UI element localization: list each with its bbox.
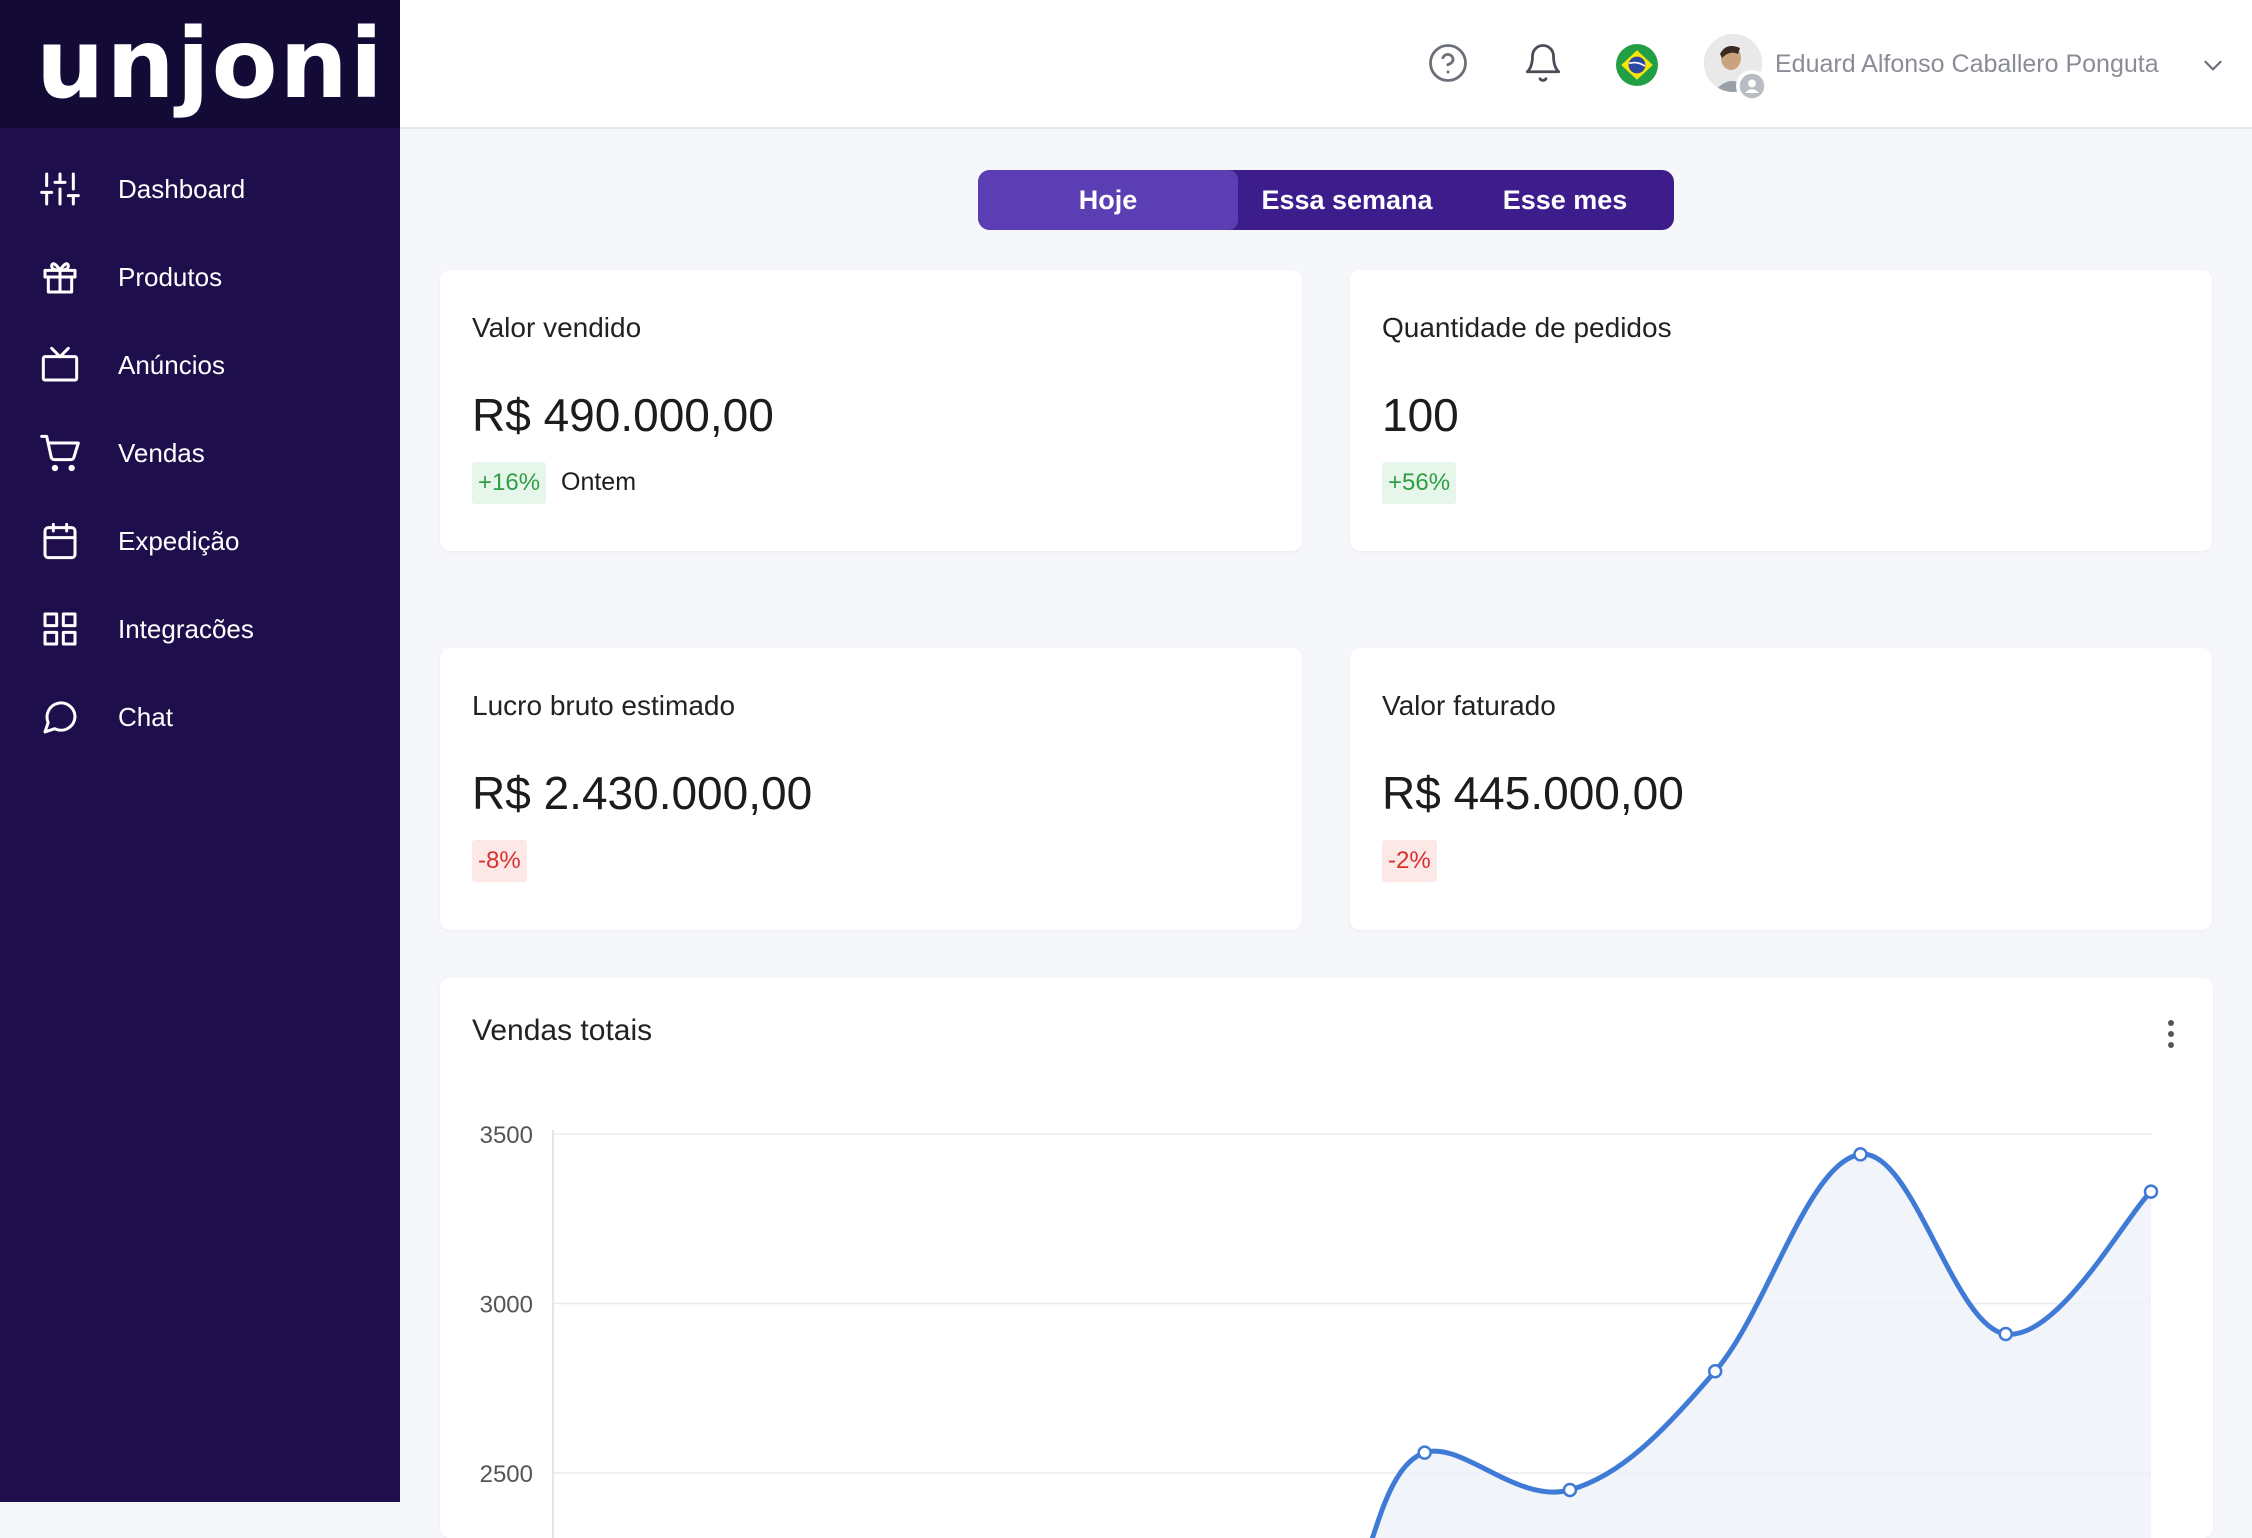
chat-icon xyxy=(38,695,82,739)
card-title: Lucro bruto estimado xyxy=(472,690,736,721)
sidebar-item-anuncios[interactable]: Anúncios xyxy=(0,321,400,409)
help-icon[interactable] xyxy=(1425,40,1471,86)
sidebar-item-label: Integracões xyxy=(118,613,254,644)
card-title: Valor vendido xyxy=(472,312,642,343)
y-tick-label: 3000 xyxy=(480,1292,533,1319)
card-title: Quantidade de pedidos xyxy=(1382,312,1672,343)
change-badge: -2% xyxy=(1382,840,1437,882)
card-valor-vendido: Valor vendido R$ 490.000,00 +16% Ontem xyxy=(440,270,1302,551)
sidebar-item-label: Dashboard xyxy=(118,173,246,204)
change-badge: +16% xyxy=(472,462,547,504)
data-point[interactable] xyxy=(1417,1445,1432,1460)
data-point[interactable] xyxy=(1562,1482,1578,1498)
user-name[interactable]: Eduard Alfonso Caballero Ponguta xyxy=(1775,50,2159,79)
tv-icon xyxy=(38,343,82,387)
top-bar: Eduard Alfonso Caballero Ponguta xyxy=(400,0,2252,129)
card-lucro-bruto: Lucro bruto estimado R$ 2.430.000,00 -8% xyxy=(440,648,1302,930)
data-point[interactable] xyxy=(1707,1364,1723,1379)
data-point[interactable] xyxy=(1998,1326,2013,1342)
period-toggle: Hoje Essa semana Esse mes xyxy=(978,170,1674,230)
sidebar-item-expedicao[interactable]: Expedição xyxy=(0,497,400,585)
sales-chart: 3500 3000 2500 xyxy=(480,1122,2159,1538)
y-tick-label: 3500 xyxy=(480,1122,533,1149)
sidebar-item-produtos[interactable]: Produtos xyxy=(0,233,400,321)
data-point[interactable] xyxy=(1853,1147,1868,1162)
more-options-icon[interactable] xyxy=(2156,1014,2186,1054)
change-note: Ontem xyxy=(561,468,637,496)
change-badge: +56% xyxy=(1382,462,1457,504)
period-week-button[interactable]: Essa semana xyxy=(1238,170,1456,230)
period-month-button[interactable]: Esse mes xyxy=(1456,170,1674,230)
card-value: R$ 445.000,00 xyxy=(1382,767,1684,819)
period-today-button[interactable]: Hoje xyxy=(978,170,1238,230)
sidebar-nav: Dashboard Produtos Anúncios Vendas Exped… xyxy=(0,128,400,761)
sidebar-item-dashboard[interactable]: Dashboard xyxy=(0,145,400,233)
card-valor-faturado: Valor faturado R$ 445.000,00 -2% xyxy=(1350,648,2212,930)
card-value: R$ 490.000,00 xyxy=(472,389,774,441)
sidebar-item-label: Produtos xyxy=(118,261,223,292)
sidebar-item-chat[interactable]: Chat xyxy=(0,673,400,761)
logo-area: unjoni xyxy=(0,0,400,128)
change-badge: -8% xyxy=(472,840,527,882)
sidebar-item-vendas[interactable]: Vendas xyxy=(0,409,400,497)
sidebar-item-integracoes[interactable]: Integracões xyxy=(0,585,400,673)
card-value: 100 xyxy=(1382,389,1459,441)
user-status-icon xyxy=(1736,70,1768,102)
series-area xyxy=(1364,1154,2151,1538)
calendar-icon xyxy=(38,519,82,563)
card-quantidade-pedidos: Quantidade de pedidos 100 +56% xyxy=(1350,270,2212,551)
grid-icon xyxy=(38,607,82,651)
app-logo[interactable]: unjoni xyxy=(36,16,385,112)
sidebar-item-label: Expedição xyxy=(118,525,240,556)
sidebar: unjoni Dashboard Produtos Anúncios Venda… xyxy=(0,0,400,1502)
card-title: Valor faturado xyxy=(1382,690,1556,721)
sidebar-item-label: Vendas xyxy=(118,437,205,468)
sidebar-item-label: Chat xyxy=(118,701,173,732)
gift-icon xyxy=(38,255,82,299)
sidebar-item-label: Anúncios xyxy=(118,349,225,380)
chevron-down-icon[interactable] xyxy=(2200,52,2226,78)
y-tick-label: 2500 xyxy=(480,1461,533,1488)
sliders-icon xyxy=(38,167,82,211)
bell-icon[interactable] xyxy=(1520,40,1566,86)
card-value: R$ 2.430.000,00 xyxy=(472,767,813,819)
chart-title: Vendas totais xyxy=(472,1014,653,1047)
chart-card: 3500 3000 2500 Vendas totais xyxy=(440,978,2213,1538)
brazil-flag-icon[interactable] xyxy=(1616,44,1658,86)
data-point[interactable] xyxy=(2143,1184,2159,1199)
cart-icon xyxy=(38,431,82,475)
